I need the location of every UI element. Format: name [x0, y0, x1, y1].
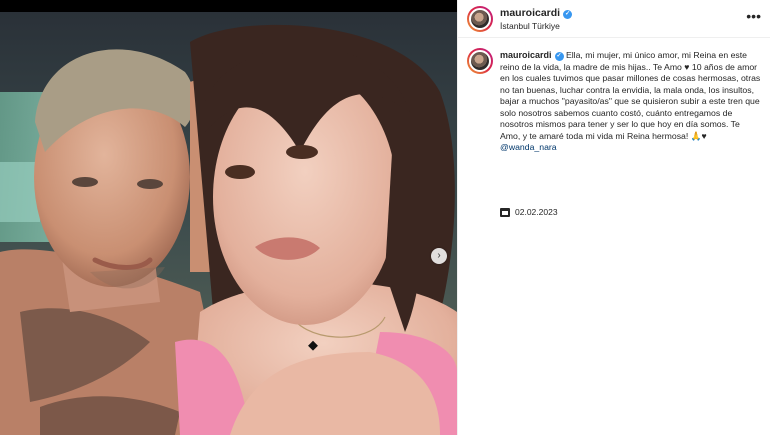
caption-body: Ella, mi mujer, mi único amor, mi Reina … — [500, 50, 761, 141]
caption-verified-icon: ✓ — [554, 52, 564, 61]
post-sidebar: mauroicardi ✓ İstanbul Türkiye ••• mauroi… — [457, 0, 770, 435]
caption-text: mauroicardi ✓ Ella, mi mujer, mi único am… — [500, 50, 762, 154]
post-username[interactable]: mauroicardi ✓ — [500, 7, 573, 19]
post-photo[interactable]: › — [0, 12, 457, 435]
avatar[interactable] — [467, 6, 493, 32]
post-header: mauroicardi ✓ İstanbul Türkiye ••• — [458, 0, 770, 38]
verified-icon: ✓ — [563, 10, 573, 19]
avatar-image — [469, 8, 491, 30]
caption-avatar-image — [469, 50, 491, 72]
photo-top-bar — [0, 0, 457, 12]
post-date-row: 02.02.2023 — [500, 207, 558, 217]
caption-mention-link[interactable]: @wanda_nara — [500, 142, 557, 152]
calendar-icon — [500, 207, 510, 217]
more-icon[interactable]: ••• — [746, 9, 761, 23]
caption-username[interactable]: mauroicardi — [500, 50, 552, 60]
post-location[interactable]: İstanbul Türkiye — [500, 21, 560, 31]
post-date: 02.02.2023 — [515, 207, 558, 217]
caption-avatar[interactable] — [467, 48, 493, 74]
instagram-post: › mauroicardi ✓ İstanbul Türkiye ••• maur… — [0, 0, 770, 435]
carousel-next-icon[interactable]: › — [431, 248, 447, 264]
couple-selfie-image — [0, 12, 457, 435]
username-text[interactable]: mauroicardi — [500, 7, 560, 19]
